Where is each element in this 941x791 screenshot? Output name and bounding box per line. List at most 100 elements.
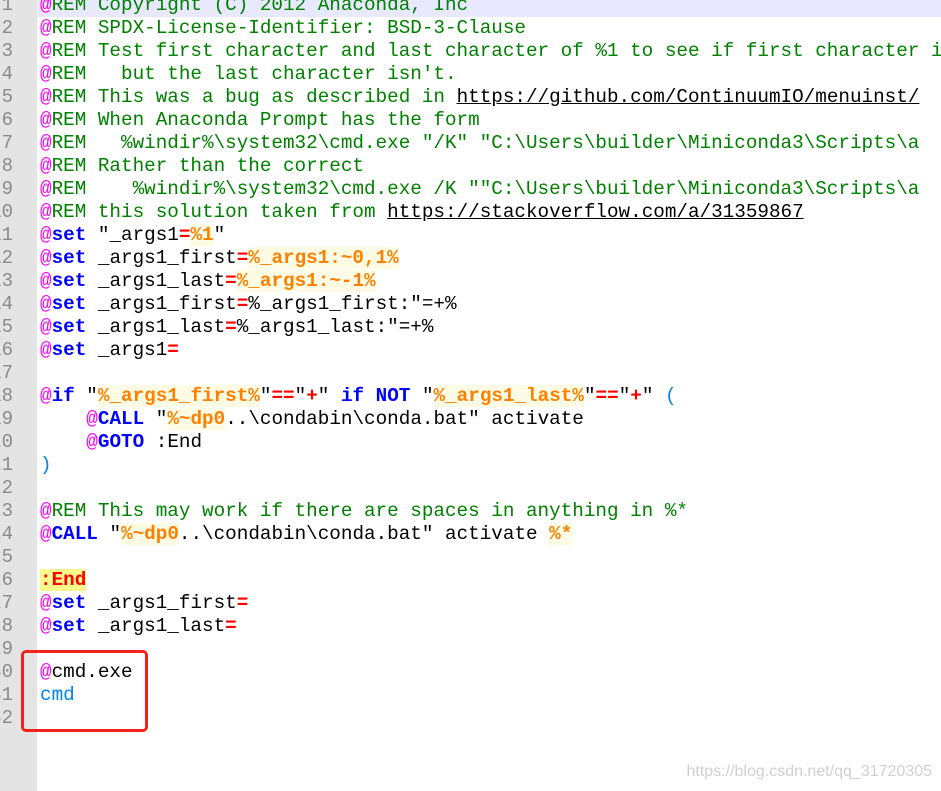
code-token-txt: _args1_first — [86, 293, 237, 315]
code-token-at: @ — [40, 270, 52, 292]
code-token-var: %* — [549, 523, 573, 545]
code-line[interactable] — [37, 546, 941, 569]
code-token-label: :End — [40, 569, 87, 591]
code-line[interactable]: @set _args1= — [37, 339, 941, 362]
code-token-txt: " — [97, 523, 122, 545]
code-line[interactable]: cmd — [37, 684, 941, 707]
code-line[interactable]: @CALL "%~dp0..\condabin\conda.bat" activ… — [37, 523, 941, 546]
line-number: 12 — [0, 247, 13, 269]
line-number: 1 — [1, 0, 13, 16]
code-line[interactable]: @set _args1_last=%_args1_last:"=+% — [37, 316, 941, 339]
code-line[interactable] — [37, 638, 941, 661]
code-token-txt: " — [294, 385, 307, 407]
line-number: 25 — [0, 546, 13, 568]
code-line[interactable]: @CALL "%~dp0..\condabin\conda.bat" activ… — [37, 408, 941, 431]
code-token-kw: if NOT — [340, 385, 411, 407]
code-token-txt: _args1_last — [86, 316, 226, 338]
line-number: 32 — [0, 707, 13, 729]
code-token-at: @ — [40, 615, 52, 637]
code-token-at: @ — [40, 224, 52, 246]
code-line[interactable]: @REM this solution taken from https://st… — [37, 201, 941, 224]
code-token-at: @ — [86, 408, 98, 430]
code-token-at: @ — [40, 523, 52, 545]
line-number: 13 — [0, 270, 13, 292]
code-token-var: %_args1_first% — [97, 385, 260, 407]
code-token-kw: set — [51, 592, 87, 614]
line-number: 30 — [0, 661, 13, 683]
line-number: 26 — [0, 569, 13, 591]
code-token-rem: REM When Anaconda Prompt has the form — [51, 109, 480, 131]
code-line[interactable]: @REM but the last character isn't. — [37, 63, 941, 86]
code-line[interactable]: @REM Rather than the correct — [37, 155, 941, 178]
code-link[interactable]: https://stackoverflow.com/a/31359867 — [387, 201, 804, 223]
code-link[interactable]: https://github.com/ContinuumIO/menuinst/ — [457, 86, 920, 108]
code-token-at: @ — [40, 293, 52, 315]
code-token-txt: " — [410, 385, 434, 407]
code-token-at: @ — [40, 385, 52, 407]
code-line[interactable]: @cmd.exe — [37, 661, 941, 684]
code-token-txt: _args1_last — [86, 615, 226, 637]
code-token-op: + — [630, 385, 642, 407]
code-token-txt: _args1_last — [86, 270, 226, 292]
line-number: 15 — [0, 316, 13, 338]
code-token-txt: %_args1_last:"=+% — [236, 316, 434, 338]
code-token-at: @ — [40, 109, 52, 131]
code-token-var: %_args1_last% — [433, 385, 584, 407]
code-token-at: @ — [40, 17, 52, 39]
code-line[interactable]: @set _args1_first= — [37, 592, 941, 615]
code-token-kw: set — [51, 270, 87, 292]
code-line[interactable]: @set "_args1=%1" — [37, 224, 941, 247]
code-line[interactable]: @REM %windir%\system32\cmd.exe "/K" "C:\… — [37, 132, 941, 155]
code-line[interactable]: @set _args1_first=%_args1_first:"=+% — [37, 293, 941, 316]
code-token-txt: " — [144, 408, 168, 430]
code-line[interactable] — [37, 362, 941, 385]
watermark: https://blog.csdn.net/qq_31720305 — [686, 763, 932, 780]
code-token-var: %_args1:~0,1% — [248, 247, 399, 269]
code-token-op: = — [225, 615, 237, 637]
line-number: 10 — [0, 201, 13, 223]
code-token-at: @ — [40, 40, 52, 62]
code-line[interactable]: @set _args1_first=%_args1:~0,1% — [37, 247, 941, 270]
line-number: 2 — [1, 17, 13, 39]
code-token-txt: " — [213, 224, 226, 246]
code-line[interactable]: @REM Test first character and last chara… — [37, 40, 941, 63]
code-token-at: @ — [40, 592, 52, 614]
code-token-txt: _args1_first — [86, 247, 237, 269]
code-token-at: @ — [40, 155, 52, 177]
code-token-kw: set — [51, 293, 87, 315]
code-line[interactable]: @REM This was a bug as described in http… — [37, 86, 941, 109]
code-line[interactable]: ) — [37, 454, 941, 477]
code-token-rem: REM Rather than the correct — [51, 155, 364, 177]
code-token-rem: REM This was a bug as described in — [51, 86, 457, 108]
code-line[interactable] — [37, 707, 941, 730]
code-token-op: = — [236, 247, 249, 269]
line-number: 20 — [0, 431, 13, 453]
code-line[interactable]: @set _args1_last=%_args1:~-1% — [37, 270, 941, 293]
code-token-rem: REM Copyright (C) 2012 Anaconda, Inc — [51, 0, 469, 16]
code-line[interactable]: :End — [37, 569, 941, 592]
code-line[interactable]: @set _args1_last= — [37, 615, 941, 638]
code-line[interactable]: @REM This may work if there are spaces i… — [37, 500, 941, 523]
line-number: 6 — [1, 109, 13, 131]
code-line[interactable]: @REM Copyright (C) 2012 Anaconda, Inc — [37, 0, 941, 17]
code-line[interactable]: @REM SPDX-License-Identifier: BSD-3-Clau… — [37, 17, 941, 40]
code-token-op: = — [225, 270, 237, 292]
code-token-kw: GOTO — [97, 431, 145, 453]
code-line[interactable]: @REM %windir%\system32\cmd.exe /K ""C:\U… — [37, 178, 941, 201]
code-token-rem: REM %windir%\system32\cmd.exe /K ""C:\Us… — [51, 178, 920, 200]
line-number: 5 — [1, 86, 13, 108]
code-token-at: @ — [40, 500, 52, 522]
code-token-op: = — [167, 339, 179, 361]
code-token-txt: " — [641, 385, 665, 407]
line-number: 4 — [1, 63, 13, 85]
code-line[interactable]: @REM When Anaconda Prompt has the form — [37, 109, 941, 132]
code-line[interactable]: @if "%_args1_first%"=="+" if NOT "%_args… — [37, 385, 941, 408]
code-line[interactable]: @GOTO :End — [37, 431, 941, 454]
code-line[interactable] — [37, 477, 941, 500]
code-token-txt: " — [317, 385, 341, 407]
line-number: 24 — [0, 523, 13, 545]
code-editor[interactable]: @REM Copyright (C) 2012 Anaconda, Inc @RE… — [37, 0, 941, 791]
line-number: 9 — [1, 178, 13, 200]
